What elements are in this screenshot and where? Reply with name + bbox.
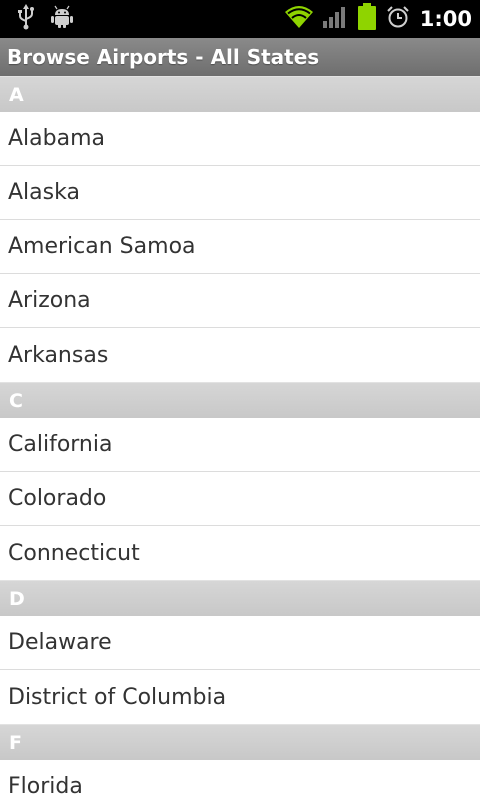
list-item-delaware[interactable]: Delaware: [0, 616, 480, 670]
section-header-f: F: [0, 724, 480, 760]
list-item-arizona[interactable]: Arizona: [0, 274, 480, 328]
app-title-bar: Browse Airports - All States: [0, 38, 480, 76]
usb-icon: [16, 4, 36, 34]
section-header-d: D: [0, 580, 480, 616]
section-header-c: C: [0, 382, 480, 418]
status-bar: 1:00: [0, 0, 480, 38]
alarm-icon: [386, 5, 410, 33]
signal-icon: [322, 5, 348, 33]
list-item-arkansas[interactable]: Arkansas: [0, 328, 480, 382]
system-icons: 1:00: [284, 3, 472, 35]
list-item-alaska[interactable]: Alaska: [0, 166, 480, 220]
list-item-colorado[interactable]: Colorado: [0, 472, 480, 526]
list-item-american-samoa[interactable]: American Samoa: [0, 220, 480, 274]
list-item-california[interactable]: California: [0, 418, 480, 472]
battery-icon: [356, 3, 378, 35]
notification-icons: [16, 4, 74, 34]
section-header-a: A: [0, 76, 480, 112]
list-item-district-of-columbia[interactable]: District of Columbia: [0, 670, 480, 724]
status-clock: 1:00: [419, 7, 472, 31]
states-list[interactable]: A Alabama Alaska American Samoa Arizona …: [0, 76, 480, 800]
list-item-alabama[interactable]: Alabama: [0, 112, 480, 166]
list-item-florida[interactable]: Florida: [0, 760, 480, 800]
list-item-connecticut[interactable]: Connecticut: [0, 526, 480, 580]
page-title: Browse Airports - All States: [7, 45, 320, 69]
android-debug-icon: [50, 5, 74, 33]
wifi-icon: [284, 4, 314, 34]
